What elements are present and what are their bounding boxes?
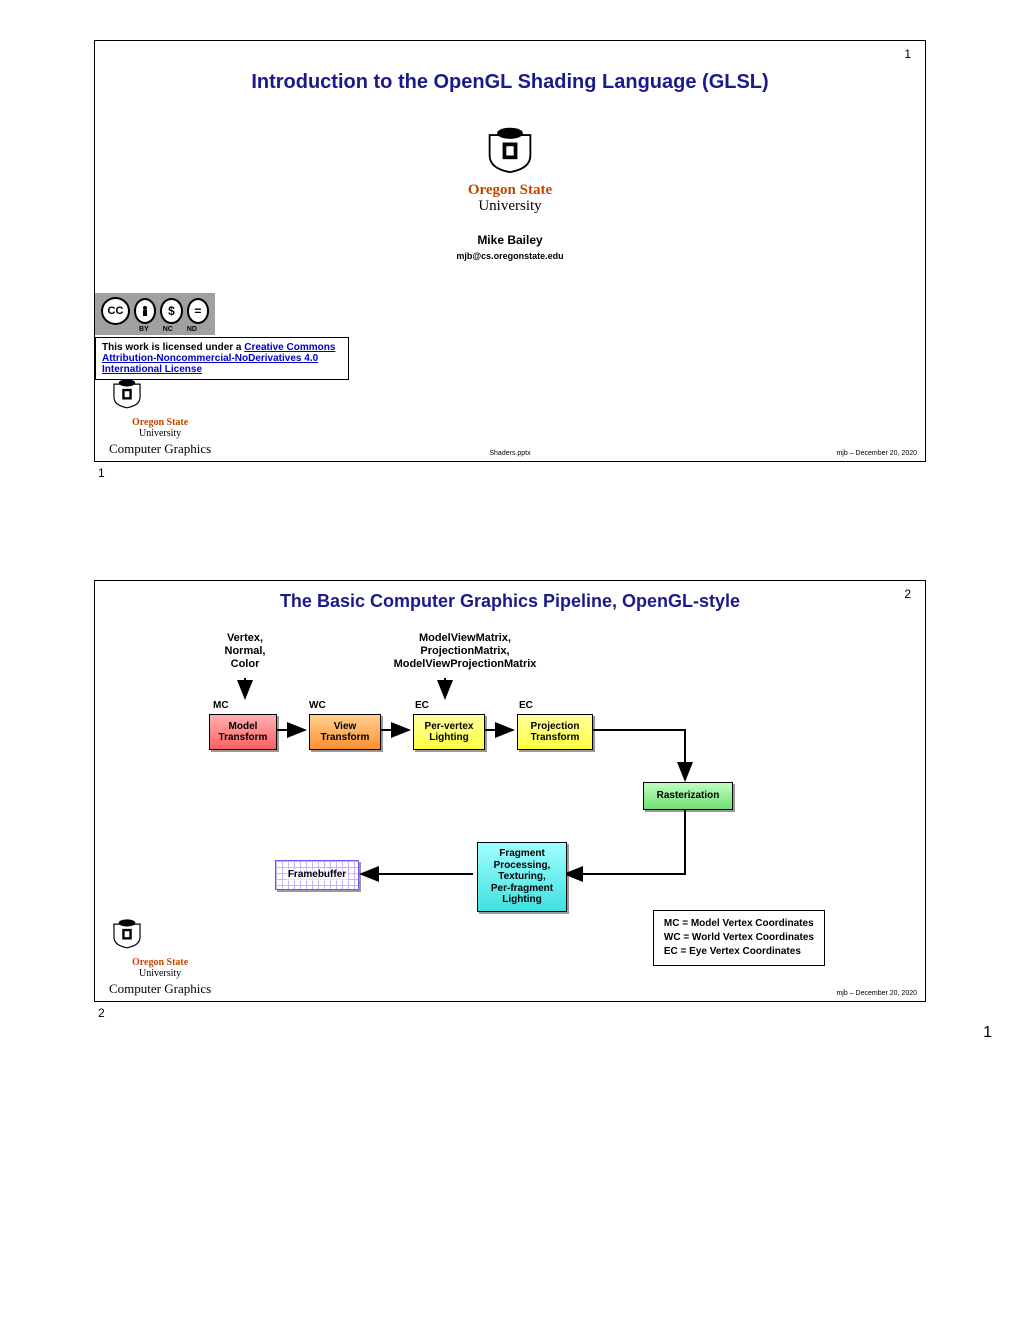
footer-osu: Oregon State University Computer Graphic… (109, 377, 211, 457)
stage-projection: Projection Transform (517, 714, 593, 750)
nc-icon: $ (160, 298, 182, 324)
footer-date-2: mjb – December 20, 2020 (836, 990, 917, 997)
license-prefix: This work is licensed under a (102, 342, 244, 353)
author-email: mjb@cs.oregonstate.edu (95, 251, 925, 261)
stage-view: View Transform (309, 714, 381, 750)
footer-osu-state-2: Oregon State (109, 958, 211, 969)
slide-number-top-2: 2 (904, 587, 911, 601)
slide-title: Introduction to the OpenGL Shading Langu… (95, 71, 925, 94)
slide-number-under-1: 1 (98, 466, 1020, 480)
page-number: 1 (983, 1024, 992, 1042)
footer-osu-univ-2: University (109, 969, 211, 980)
nc-label: NC (163, 326, 173, 333)
cc-icon: CC (101, 297, 130, 325)
footer-filename: Shaders.pptx (489, 450, 530, 457)
footer-osu-univ: University (109, 429, 211, 440)
stage-framebuffer: Framebuffer (275, 860, 359, 890)
coord-wc: WC (309, 700, 326, 711)
input-vertex-label: Vertex, Normal, Color (205, 632, 285, 672)
license-block: CC $ = BY NC ND This work is licensed un… (95, 293, 349, 380)
osu-shield-icon (482, 124, 538, 174)
nd-label: ND (187, 326, 197, 333)
pipeline-diagram: Vertex, Normal, Color ModelViewMatrix, P… (95, 620, 925, 940)
coord-mc: MC (213, 700, 229, 711)
slide-title-2: The Basic Computer Graphics Pipeline, Op… (95, 591, 925, 612)
by-icon (134, 298, 156, 324)
osu-wordmark: Oregon State University (95, 183, 925, 215)
osu-shield-small-icon-2 (109, 917, 145, 949)
slide-2: 2 The Basic Computer Graphics Pipeline, … (94, 580, 926, 1002)
coord-ec1: EC (415, 700, 429, 711)
cc-badge: CC $ = BY NC ND (95, 293, 215, 335)
footer-cg-2: Computer Graphics (109, 981, 211, 997)
footer-date: mjb – December 20, 2020 (836, 450, 917, 457)
by-label: BY (139, 326, 149, 333)
nd-icon: = (187, 298, 209, 324)
osu-logo-block: Oregon State University (95, 124, 925, 215)
osu-state-label: Oregon State (95, 183, 925, 199)
framebuffer-label: Framebuffer (286, 869, 348, 881)
footer-cg: Computer Graphics (109, 441, 211, 457)
osu-univ-label: University (95, 199, 925, 215)
footer-osu-state: Oregon State (109, 418, 211, 429)
osu-shield-small-icon (109, 377, 145, 409)
coord-ec2: EC (519, 700, 533, 711)
slide-1: 1 Introduction to the OpenGL Shading Lan… (94, 40, 926, 462)
license-text-box: This work is licensed under a Creative C… (95, 337, 349, 380)
slide-number-top: 1 (904, 47, 911, 61)
input-matrices-label: ModelViewMatrix, ProjectionMatrix, Model… (375, 632, 555, 672)
stage-pvl: Per-vertex Lighting (413, 714, 485, 750)
legend-box: MC = Model Vertex Coordinates WC = World… (653, 910, 825, 966)
author-name: Mike Bailey (95, 233, 925, 247)
slide-number-under-2: 2 (98, 1006, 1020, 1020)
footer-osu-2: Oregon State University Computer Graphic… (109, 917, 211, 997)
stage-fragment: Fragment Processing, Texturing, Per-frag… (477, 842, 567, 912)
stage-model: Model Transform (209, 714, 277, 750)
stage-rasterization: Rasterization (643, 782, 733, 810)
